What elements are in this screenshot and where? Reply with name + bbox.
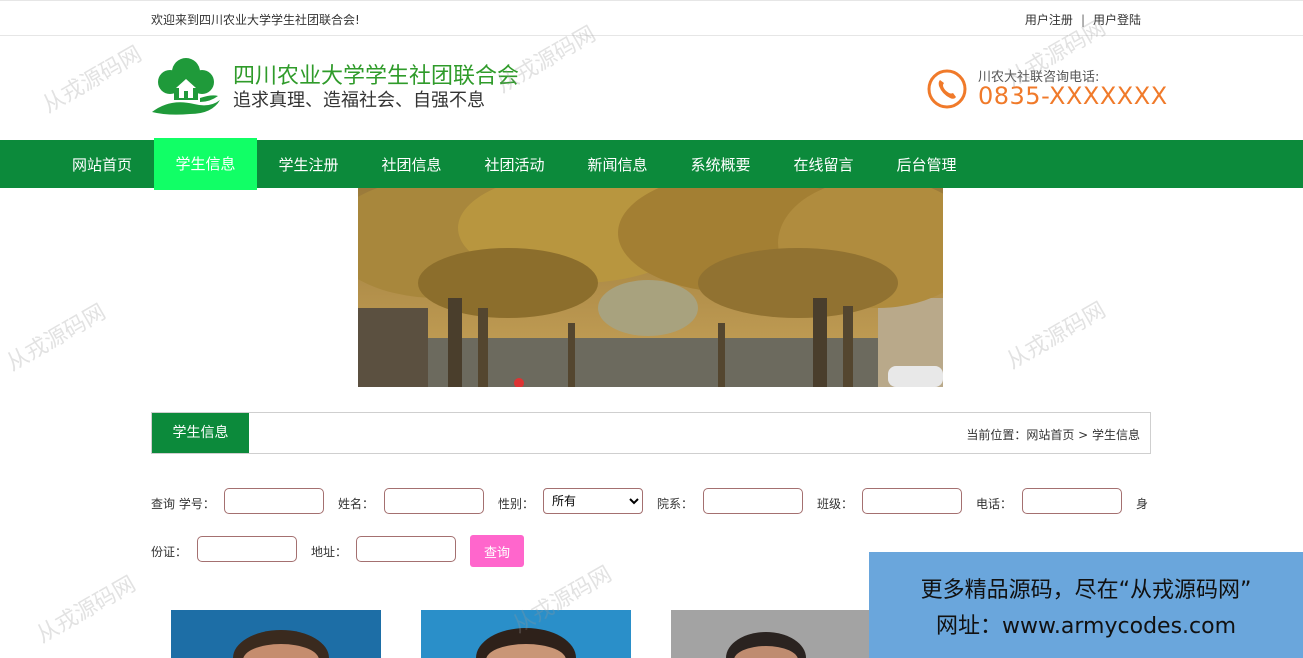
- section-title: 学生信息: [152, 413, 249, 453]
- phone-field-label: 电话：: [976, 497, 1013, 511]
- top-bar: 欢迎来到四川农业大学学生社团联合会! 用户注册 | 用户登陆: [0, 0, 1303, 36]
- student-photo-2[interactable]: [421, 610, 631, 658]
- nav-item-student-info[interactable]: 学生信息: [154, 138, 257, 190]
- department-label: 院系：: [657, 497, 694, 511]
- register-link[interactable]: 用户注册: [1025, 13, 1073, 27]
- class-input[interactable]: [862, 488, 962, 514]
- phone-input[interactable]: [1022, 488, 1122, 514]
- breadcrumb: 当前位置：网站首页 > 学生信息: [966, 428, 1140, 442]
- name-label: 姓名：: [338, 497, 375, 511]
- gender-label: 性别：: [498, 497, 535, 511]
- watermark: 从戎源码网: [2, 299, 111, 377]
- id-card-label-part1: 身: [1136, 497, 1149, 511]
- nav-item-admin[interactable]: 后台管理: [875, 140, 978, 188]
- main-nav: 网站首页 学生信息 学生注册 社团信息 社团活动 新闻信息 系统概要 在线留言 …: [0, 138, 1303, 190]
- nav-item-student-register[interactable]: 学生注册: [257, 140, 360, 188]
- site-header: 四川农业大学学生社团联合会 追求真理、造福社会、自强不息 川农大社联咨询电话: …: [0, 36, 1303, 140]
- house-tree-logo-icon: [152, 58, 220, 115]
- promo-banner[interactable]: 更多精品源码，尽在“从戎源码网” 网址：www.armycodes.com: [869, 552, 1303, 658]
- nav-item-message[interactable]: 在线留言: [772, 140, 875, 188]
- promo-line-1: 更多精品源码，尽在“从戎源码网”: [920, 578, 1252, 603]
- section-header: 学生信息 当前位置：网站首页 > 学生信息: [151, 412, 1151, 454]
- gender-select[interactable]: 所有: [543, 488, 643, 514]
- student-no-input[interactable]: [224, 488, 324, 514]
- watermark: 从戎源码网: [32, 571, 141, 649]
- site-slogan: 追求真理、造福社会、自强不息: [233, 90, 485, 111]
- nav-item-home[interactable]: 网站首页: [52, 140, 152, 188]
- phone-icon: [927, 69, 967, 109]
- student-no-label: 查询 学号：: [151, 497, 215, 511]
- department-input[interactable]: [703, 488, 803, 514]
- nav-item-news[interactable]: 新闻信息: [566, 140, 669, 188]
- phone-number: 0835-XXXXXXX: [978, 82, 1168, 110]
- login-link[interactable]: 用户登陆: [1093, 13, 1141, 27]
- student-photo-1[interactable]: [171, 610, 381, 658]
- watermark: 从戎源码网: [1002, 297, 1111, 375]
- promo-line-2: 网址：www.armycodes.com: [935, 614, 1237, 639]
- banner-image: [358, 188, 943, 387]
- query-button[interactable]: 查询: [470, 535, 524, 567]
- id-card-input[interactable]: [197, 536, 297, 562]
- nav-item-club-info[interactable]: 社团信息: [360, 140, 463, 188]
- address-label: 地址：: [311, 545, 348, 559]
- address-input[interactable]: [356, 536, 456, 562]
- welcome-text: 欢迎来到四川农业大学学生社团联合会!: [151, 13, 360, 27]
- user-links: 用户注册 | 用户登陆: [1025, 11, 1141, 28]
- student-photo-3[interactable]: [671, 610, 881, 658]
- id-card-label-part2: 份证：: [151, 545, 188, 559]
- nav-item-club-activity[interactable]: 社团活动: [463, 140, 566, 188]
- nav-item-system-overview[interactable]: 系统概要: [669, 140, 772, 188]
- link-separator: |: [1080, 13, 1085, 27]
- class-label: 班级：: [817, 497, 854, 511]
- name-input[interactable]: [384, 488, 484, 514]
